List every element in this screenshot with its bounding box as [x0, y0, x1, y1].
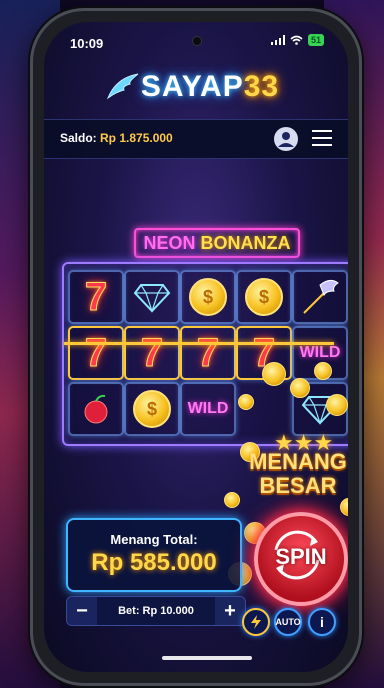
seven-symbol: 7 — [84, 274, 108, 319]
total-win-panel: Menang Total: Rp 585.000 — [66, 518, 242, 592]
big-win-line1: MENANG — [249, 449, 347, 474]
status-icons: 51 — [270, 34, 324, 46]
spin-label: SPIN — [275, 544, 327, 569]
account-bar: Saldo: Rp 1.875.000 — [44, 119, 348, 159]
user-glyph — [278, 132, 294, 147]
auto-label: AUTO — [275, 617, 301, 627]
bet-control: − Bet: Rp 10.000 + — [66, 596, 246, 626]
total-win-label: Menang Total: — [110, 532, 198, 547]
coin-particle — [238, 394, 254, 410]
coin-particle — [290, 378, 310, 398]
reel-cell: $ — [180, 270, 236, 324]
bet-increase-button[interactable]: + — [215, 597, 245, 625]
game-title-part2: BONANZA — [200, 233, 291, 253]
info-icon: i — [320, 614, 324, 630]
reel-cell — [68, 382, 124, 436]
total-win-value: Rp 585.000 — [91, 549, 217, 576]
big-win-banner: MENANG BESAR — [238, 450, 348, 498]
wing-arrow-icon — [303, 279, 339, 314]
coin-particle — [326, 394, 348, 416]
coin-icon: $ — [133, 390, 171, 428]
spin-button[interactable]: SPIN — [254, 512, 348, 606]
home-indicator — [162, 656, 252, 660]
reel-cell: 7 — [68, 270, 124, 324]
logo-word: SAYAP — [140, 70, 244, 103]
logo-number: 33 — [243, 70, 280, 103]
info-button[interactable]: i — [308, 608, 336, 636]
wifi-icon — [290, 35, 303, 45]
balance-label: Saldo: — [60, 131, 97, 145]
status-bar: 10:09 51 — [44, 22, 348, 58]
balance: Saldo: Rp 1.875.000 — [60, 131, 173, 145]
coin-icon: $ — [189, 278, 227, 316]
phone-frame: 10:09 51 SAYAP33 Saldo: Rp 1.875.000 NEO… — [30, 8, 362, 686]
brand-logo: SAYAP33 — [44, 70, 348, 110]
phone-screen: 10:09 51 SAYAP33 Saldo: Rp 1.875.000 NEO… — [44, 22, 348, 672]
reel-cell — [124, 270, 180, 324]
seven-symbol: 7 — [140, 330, 164, 375]
turbo-button[interactable] — [242, 608, 270, 636]
coin-icon: $ — [245, 278, 283, 316]
coin-particle — [262, 362, 286, 386]
reel-cell: WILD — [180, 382, 236, 436]
wild-symbol: WILD — [187, 400, 229, 417]
reel-cell — [292, 270, 348, 324]
game-title-part1: NEON — [143, 233, 196, 253]
front-camera — [192, 36, 202, 46]
diamond-icon — [133, 284, 171, 313]
user-icon[interactable] — [274, 127, 298, 151]
status-time: 10:09 — [70, 36, 104, 51]
bet-decrease-button[interactable]: − — [67, 597, 97, 625]
reel-cell: 7 — [180, 326, 236, 380]
slot-reels: 7 7 7 $ $ 7 WILD $ 7 WILD — [62, 262, 348, 446]
coin-particle — [314, 362, 332, 380]
game-title: NEON BONANZA — [134, 228, 300, 258]
lightning-icon — [251, 615, 261, 629]
battery-icon: 51 — [307, 34, 324, 46]
reel-cell: 7 — [68, 326, 124, 380]
reel-cell: $ — [236, 270, 292, 324]
seven-symbol: 7 — [196, 330, 220, 375]
wing-icon — [106, 73, 139, 100]
signal-icon — [270, 35, 285, 45]
hamburger-icon[interactable] — [312, 130, 332, 146]
wild-symbol: WILD — [299, 344, 341, 361]
coin-particle — [340, 498, 348, 516]
big-win-line2: BESAR — [259, 473, 337, 498]
seven-symbol: 7 — [84, 330, 108, 375]
balance-value: Rp 1.875.000 — [100, 131, 173, 145]
reel-cell: 7 — [124, 326, 180, 380]
winning-payline — [64, 342, 334, 345]
cherry-icon — [84, 394, 108, 424]
reel-cell: $ — [124, 382, 180, 436]
bet-amount: Bet: Rp 10.000 — [118, 605, 194, 617]
auto-spin-button[interactable]: AUTO — [274, 608, 302, 636]
